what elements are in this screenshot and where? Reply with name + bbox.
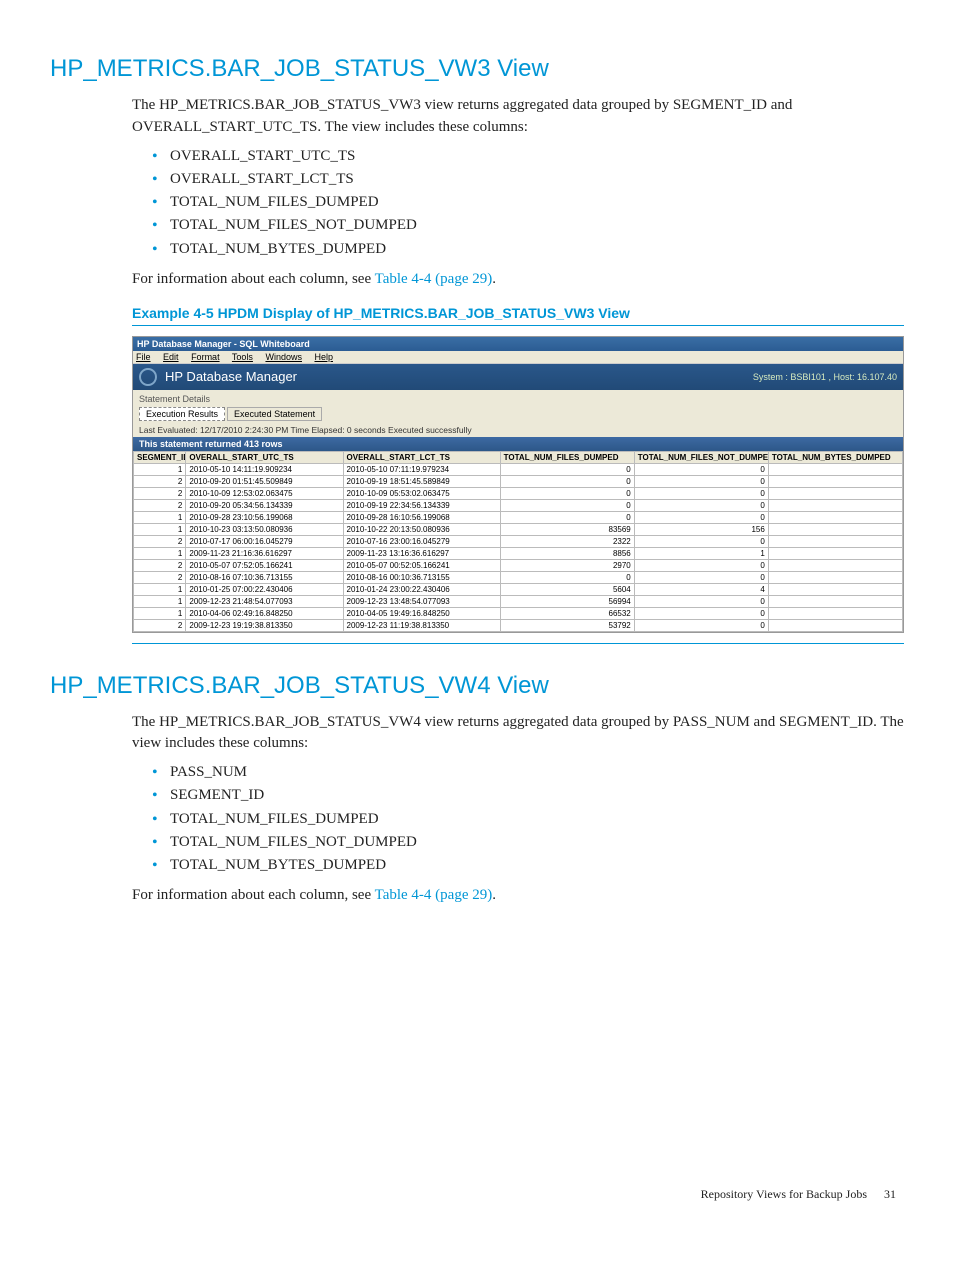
table-row[interactable]: 12009-12-23 21:48:54.0770932009-12-23 13… [134,595,903,607]
example-rule [132,325,904,326]
results-table: SEGMENT_ID OVERALL_START_UTC_TS OVERALL_… [133,451,903,632]
vw3-intro: The HP_METRICS.BAR_JOB_STATUS_VW3 view r… [132,95,904,139]
col-segment-id[interactable]: SEGMENT_ID [134,451,186,463]
menu-tools[interactable]: Tools [232,352,253,362]
table-row[interactable]: 22010-09-20 05:34:56.1343392010-09-19 22… [134,499,903,511]
list-item: OVERALL_START_LCT_TS [152,168,904,191]
menu-windows[interactable]: Windows [265,352,302,362]
rows-returned-bar: This statement returned 413 rows [133,437,903,451]
table-row[interactable]: 22009-12-23 19:19:38.8133502009-12-23 11… [134,619,903,631]
col-total-files-not-dumped[interactable]: TOTAL_NUM_FILES_NOT_DUMPED [634,451,768,463]
table-row[interactable]: 12010-04-06 02:49:16.8482502010-04-05 19… [134,607,903,619]
table-body: 12010-05-10 14:11:19.9092342010-05-10 07… [134,463,903,631]
table-row[interactable]: 12009-11-23 21:16:36.6162972009-11-23 13… [134,547,903,559]
list-item: TOTAL_NUM_FILES_NOT_DUMPED [152,214,904,237]
menu-format[interactable]: Format [191,352,220,362]
menu-help[interactable]: Help [314,352,333,362]
info-suffix: . [492,271,496,287]
page-footer: Repository Views for Backup Jobs 31 [50,1187,904,1202]
col-total-files-dumped[interactable]: TOTAL_NUM_FILES_DUMPED [500,451,634,463]
list-item: TOTAL_NUM_BYTES_DUMPED [152,238,904,261]
info-prefix: For information about each column, see [132,887,375,903]
table-row[interactable]: 22010-05-07 07:52:05.1662412010-05-07 00… [134,559,903,571]
footer-label: Repository Views for Backup Jobs [701,1187,867,1201]
menubar: File Edit Format Tools Windows Help [133,351,903,364]
list-item: TOTAL_NUM_FILES_DUMPED [152,808,904,831]
table-row[interactable]: 12010-01-25 07:00:22.4304062010-01-24 23… [134,583,903,595]
brand-bar: HP Database Manager System : BSBI101 , H… [133,364,903,390]
list-item: SEGMENT_ID [152,784,904,807]
col-overall-start-lct[interactable]: OVERALL_START_LCT_TS [343,451,500,463]
list-item: OVERALL_START_UTC_TS [152,145,904,168]
list-item: TOTAL_NUM_FILES_NOT_DUMPED [152,831,904,854]
page-number: 31 [884,1187,896,1201]
table-row[interactable]: 22010-07-17 06:00:16.0452792010-07-16 23… [134,535,903,547]
brand-title: HP Database Manager [165,369,297,384]
table-row[interactable]: 22010-08-16 07:10:36.7131552010-08-16 00… [134,571,903,583]
table-row[interactable]: 22010-09-20 01:51:45.5098492010-09-19 18… [134,475,903,487]
menu-file[interactable]: File [136,352,151,362]
system-host-label: System : BSBI101 , Host: 16.107.40 [753,372,897,382]
section-vw4-title: HP_METRICS.BAR_JOB_STATUS_VW4 View [50,672,904,700]
vw4-info-line: For information about each column, see T… [132,885,904,907]
example-bottom-rule [132,643,904,644]
statement-details-label: Statement Details [139,394,897,404]
example-heading: Example 4-5 HPDM Display of HP_METRICS.B… [132,305,904,321]
section-vw3-title: HP_METRICS.BAR_JOB_STATUS_VW3 View [50,55,904,83]
vw4-column-list: PASS_NUM SEGMENT_ID TOTAL_NUM_FILES_DUMP… [132,761,904,877]
table-header-row: SEGMENT_ID OVERALL_START_UTC_TS OVERALL_… [134,451,903,463]
list-item: PASS_NUM [152,761,904,784]
menu-edit[interactable]: Edit [163,352,179,362]
list-item: TOTAL_NUM_FILES_DUMPED [152,191,904,214]
col-overall-start-utc[interactable]: OVERALL_START_UTC_TS [186,451,343,463]
window-titlebar: HP Database Manager - SQL Whiteboard [133,337,903,351]
vw3-info-line: For information about each column, see T… [132,269,904,291]
info-suffix: . [492,887,496,903]
table-row[interactable]: 12010-09-28 23:10:56.1990682010-09-28 16… [134,511,903,523]
table-row[interactable]: 12010-10-23 03:13:50.0809362010-10-22 20… [134,523,903,535]
hpdm-screenshot: HP Database Manager - SQL Whiteboard Fil… [132,336,904,633]
col-total-bytes-dumped[interactable]: TOTAL_NUM_BYTES_DUMPED [768,451,902,463]
vw3-column-list: OVERALL_START_UTC_TS OVERALL_START_LCT_T… [132,145,904,261]
table-row[interactable]: 22010-10-09 12:53:02.0634752010-10-09 05… [134,487,903,499]
status-line: Last Evaluated: 12/17/2010 2:24:30 PM Ti… [133,423,903,437]
list-item: TOTAL_NUM_BYTES_DUMPED [152,854,904,877]
table-ref-link[interactable]: Table 4-4 (page 29) [375,887,493,903]
table-ref-link[interactable]: Table 4-4 (page 29) [375,271,493,287]
info-prefix: For information about each column, see [132,271,375,287]
tab-execution-results[interactable]: Execution Results [139,407,225,421]
vw4-intro: The HP_METRICS.BAR_JOB_STATUS_VW4 view r… [132,712,904,756]
table-row[interactable]: 12010-05-10 14:11:19.9092342010-05-10 07… [134,463,903,475]
tab-executed-statement[interactable]: Executed Statement [227,407,322,421]
hp-logo-icon [139,368,157,386]
